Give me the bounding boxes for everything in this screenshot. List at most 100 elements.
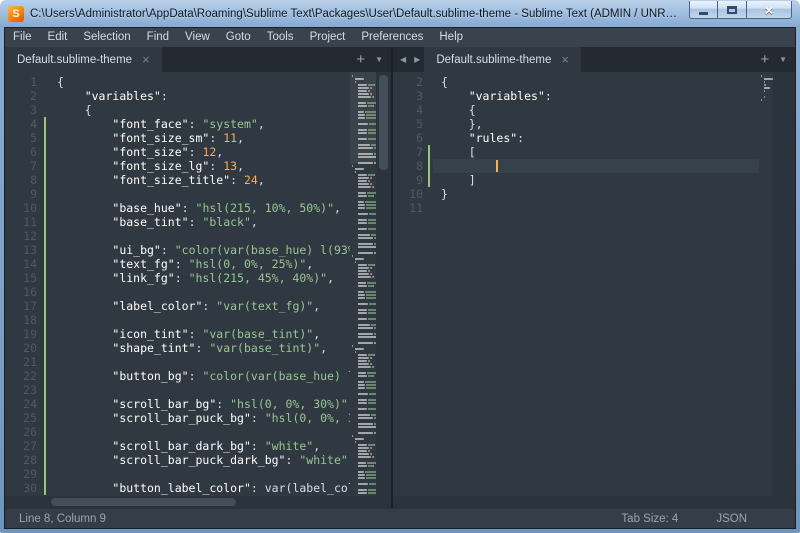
modified-line-marker [44,299,46,313]
minimap-line [352,348,376,350]
code-text: "icon_tint": "var(base_tint)", [49,327,350,341]
status-bar: Line 8, Column 9 Tab Size: 4 JSON [5,508,795,528]
maximize-button[interactable] [718,1,746,19]
tab-default-sublime-theme[interactable]: Default.sublime-theme × [424,47,581,72]
minimap-line [352,75,376,77]
line-number: 16 [5,285,49,299]
horizontal-scrollbar-right[interactable] [393,496,795,508]
code-line: 13 "ui_bg": "color(var(base_hue) l(93%))… [5,243,350,257]
close-icon: × [765,2,773,18]
minimap-line [352,459,376,461]
syntax-indicator[interactable]: JSON [716,513,747,525]
sublime-text-icon: S [8,6,24,22]
code-text [49,229,350,243]
minimap-line [352,477,376,479]
menu-item-help[interactable]: Help [431,28,471,47]
menu-item-view[interactable]: View [177,28,218,47]
minimap-line [352,327,376,329]
code-line: 20 "shape_tint": "var(base_tint)", [5,341,350,355]
new-tab-button[interactable]: + [760,52,769,67]
code-text [49,285,350,299]
scrollbar-puck[interactable] [51,498,236,506]
minimap-line [352,87,376,89]
code-text: "font_size_title": 24, [49,173,350,187]
code-line: 18 [5,313,350,327]
code-editor-left[interactable]: 1{2 "variables":3 {4 "font_face": "syste… [5,72,350,496]
code-line: 2 "variables": [5,89,350,103]
code-text: "text_fg": "hsl(0, 0%, 25%)", [49,257,350,271]
minimap-line [352,198,376,200]
minimap-line [352,231,376,233]
tab-close-icon[interactable]: × [142,53,150,66]
titlebar[interactable]: S C:\Users\Administrator\AppData\Roaming… [4,0,796,27]
minimap-line [352,435,376,437]
code-line: 30 "button_label_color": var(label_colo [5,481,350,495]
line-number: 5 [393,117,433,131]
line-number: 5 [5,131,49,145]
menu-item-preferences[interactable]: Preferences [353,28,431,47]
tab-size-indicator[interactable]: Tab Size: 4 [621,513,678,525]
minimap-line [352,417,376,419]
code-text: [ [433,145,759,159]
tab-scroll-back-icon[interactable]: ◀ [393,47,410,72]
minimize-button[interactable] [689,1,718,19]
line-number: 8 [5,173,49,187]
scrollbar-puck[interactable] [379,75,388,170]
window-controls: × [689,1,792,19]
close-button[interactable]: × [746,1,792,19]
code-line: 24 "scroll_bar_bg": "hsl(0, 0%, 30%)", [5,397,350,411]
code-editor-right[interactable]: 2{3 "variables":4 {5 },6 "rules":7 [8 9 … [393,72,759,496]
minimap-line [352,117,376,119]
menu-item-goto[interactable]: Goto [218,28,259,47]
new-tab-button[interactable]: + [356,52,365,67]
minimap-line [352,279,376,281]
code-text: "base_hue": "hsl(215, 10%, 50%)", [49,201,350,215]
minimap-line [352,186,376,188]
code-text: "button_bg": "color(var(base_hue) l(96%)… [49,369,350,383]
tab-label: Default.sublime-theme [436,54,551,66]
horizontal-scrollbar-left[interactable] [5,496,391,508]
line-number: 29 [5,467,49,481]
minimap-line [352,363,376,365]
menu-item-project[interactable]: Project [302,28,354,47]
minimap-line [352,360,376,362]
minimap-left[interactable] [350,72,376,496]
code-text: }, [433,117,759,131]
code-text [49,383,350,397]
code-text: "ui_bg": "color(var(base_hue) l(93%))", [49,243,350,257]
vertical-scrollbar-right[interactable] [773,72,795,496]
chevron-down-icon[interactable]: ▼ [779,56,787,64]
modified-line-marker [44,117,46,131]
code-line: 9 ] [393,173,759,187]
tab-default-sublime-theme[interactable]: Default.sublime-theme × [5,47,162,72]
minimap-line [761,78,773,80]
minimap-right[interactable] [759,72,773,496]
code-line: 10 "base_hue": "hsl(215, 10%, 50%)", [5,201,350,215]
minimap-line [352,267,376,269]
minimap-line [352,249,376,251]
cursor-position-status[interactable]: Line 8, Column 9 [5,513,106,525]
vertical-scrollbar-left[interactable] [376,72,391,496]
menu-item-edit[interactable]: Edit [40,28,76,47]
code-text: } [433,187,759,201]
minimap-line [352,120,376,122]
menu-item-find[interactable]: Find [139,28,177,47]
modified-line-marker [44,383,46,397]
menu-item-selection[interactable]: Selection [75,28,138,47]
code-line: 11 [393,201,759,215]
menu-item-file[interactable]: File [5,28,40,47]
chevron-down-icon[interactable]: ▼ [375,56,383,64]
tab-scroll-forward-icon[interactable]: ▶ [410,47,424,72]
minimap-line [352,213,376,215]
line-number: 6 [5,145,49,159]
minimap-line [352,246,376,248]
line-number: 28 [5,453,49,467]
minimap-line [352,318,376,320]
menu-item-tools[interactable]: Tools [259,28,302,47]
line-number: 26 [5,425,49,439]
line-number: 20 [5,341,49,355]
minimap-line [352,489,376,491]
code-text: ] [433,173,759,187]
line-number: 9 [5,187,49,201]
tab-close-icon[interactable]: × [561,53,569,66]
